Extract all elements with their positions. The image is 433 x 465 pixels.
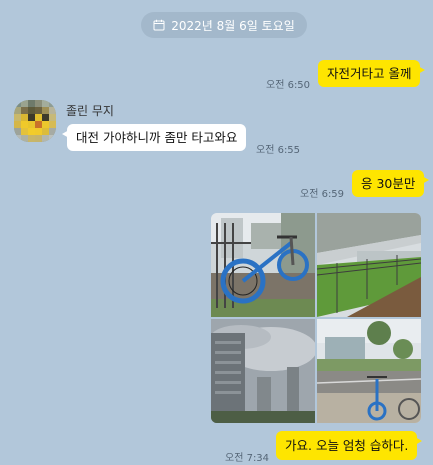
- message-time: 오전 6:50: [266, 80, 311, 91]
- my-message-bubble[interactable]: 자전거타고 올께: [318, 60, 426, 87]
- message-time: 오전 6:55: [256, 145, 301, 156]
- my-message-bubble[interactable]: 응 30분만: [352, 170, 430, 197]
- sender-name: 졸린 무지: [66, 104, 114, 118]
- message-time: 오전 6:59: [300, 189, 345, 200]
- bicycle-photo[interactable]: [211, 213, 315, 317]
- date-text: 2022년 8월 6일 토요일: [171, 18, 295, 33]
- street-bicycle-photo[interactable]: [317, 319, 421, 423]
- photo-grid[interactable]: [211, 213, 421, 423]
- apartment-sky-photo[interactable]: [211, 319, 315, 423]
- avatar[interactable]: [14, 100, 56, 142]
- date-separator: 2022년 8월 6일 토요일: [141, 12, 307, 38]
- bridge-walkway-photo[interactable]: [317, 213, 421, 317]
- calendar-icon: [153, 19, 165, 31]
- message-time: 오전 7:34: [225, 453, 270, 464]
- my-message-bubble[interactable]: 가요. 오늘 엄청 습하다.: [276, 431, 423, 460]
- friend-message-bubble[interactable]: 대전 가야하니까 좀만 타고와요: [61, 124, 247, 151]
